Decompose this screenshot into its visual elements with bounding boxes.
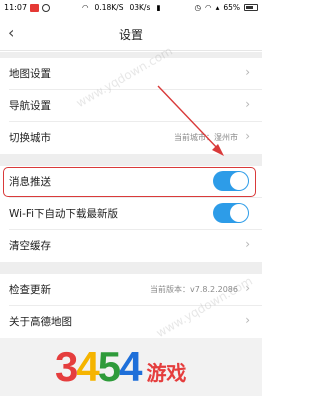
logo-digit: 5: [97, 343, 121, 390]
logo-digit: 4: [119, 343, 142, 390]
logo-digit: 3: [55, 343, 78, 390]
brand-logo: 3 4 5 4 游戏: [55, 344, 186, 388]
logo-suffix: 游戏: [146, 361, 187, 385]
logo-digit: 4: [76, 343, 99, 390]
annotation-arrow: [157, 85, 224, 156]
